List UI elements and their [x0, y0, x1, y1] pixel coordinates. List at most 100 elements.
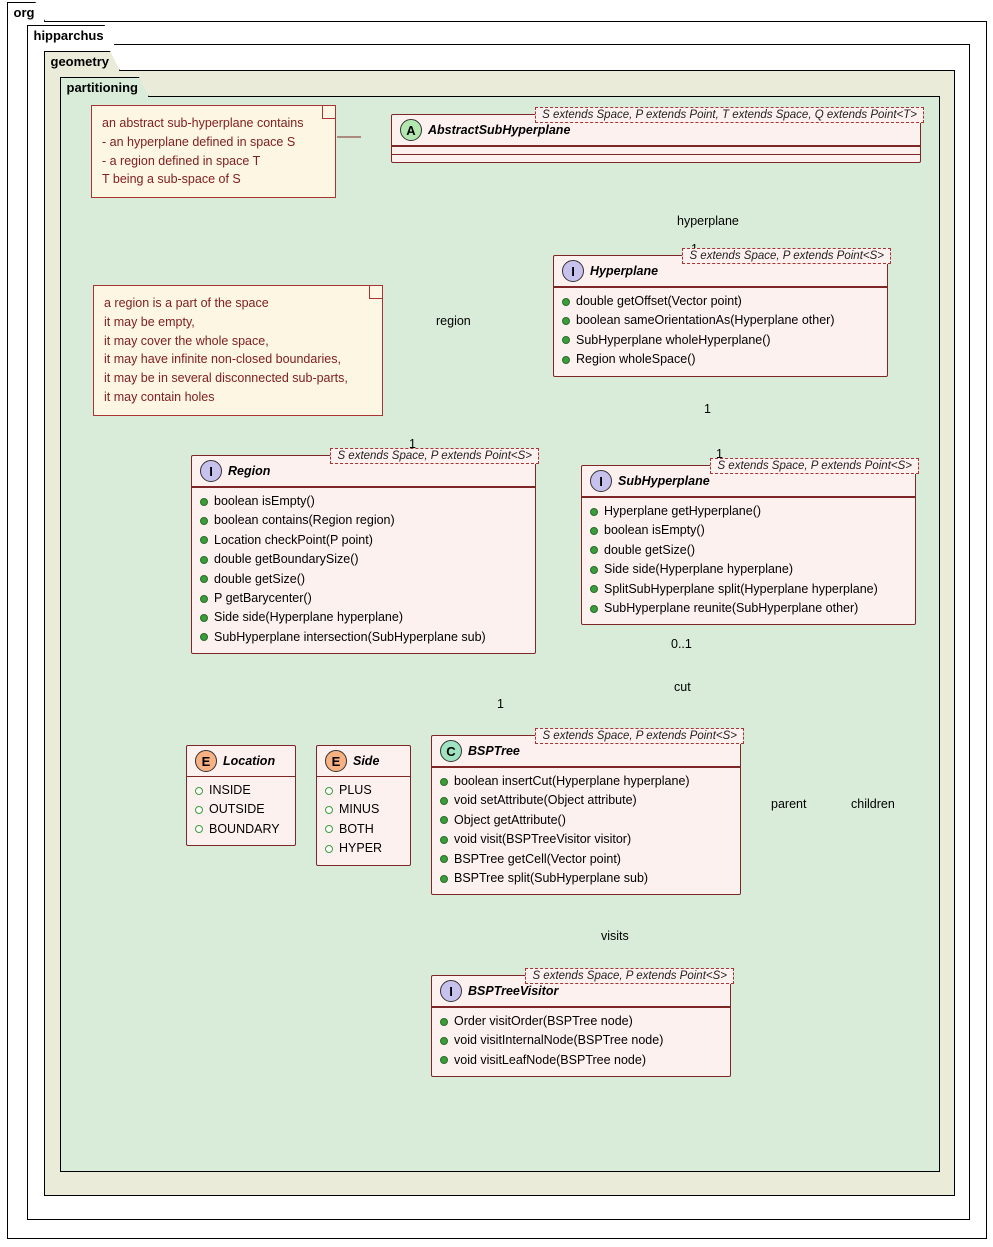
stereotype-interface-icon: I: [590, 470, 612, 492]
class-hyperplane: S extends Space, P extends Point<S> I Hy…: [553, 255, 888, 377]
visibility-icon: [440, 778, 448, 786]
generic-vis: S extends Space, P extends Point<S>: [525, 968, 734, 984]
member: BOUNDARY: [209, 820, 280, 839]
note-ash: an abstract sub-hyperplane contains - an…: [91, 105, 336, 198]
visibility-icon: [562, 298, 570, 306]
package-partitioning: partitioning: [60, 96, 940, 1172]
visibility-icon: [440, 875, 448, 883]
mult-bsp-1: 1: [497, 697, 504, 711]
member: PLUS: [339, 781, 372, 800]
visibility-icon: [200, 614, 208, 622]
class-name: Region: [228, 464, 270, 478]
visibility-icon: [562, 356, 570, 364]
visibility-icon: [562, 336, 570, 344]
note-line: it may be empty,: [104, 313, 372, 332]
member: OUTSIDE: [209, 800, 265, 819]
member: Side side(Hyperplane hyperplane): [604, 560, 793, 579]
member: SubHyperplane reunite(SubHyperplane othe…: [604, 599, 858, 618]
note-line: it may cover the whole space,: [104, 332, 372, 351]
class-name: AbstractSubHyperplane: [428, 123, 570, 137]
member: void visitInternalNode(BSPTree node): [454, 1031, 663, 1050]
member: double getSize(): [604, 541, 695, 560]
generic-region: S extends Space, P extends Point<S>: [330, 448, 539, 464]
visibility-icon: [325, 787, 333, 795]
visibility-icon: [590, 605, 598, 613]
visibility-icon: [325, 806, 333, 814]
note-region: a region is a part of the space it may b…: [93, 285, 383, 416]
visibility-icon: [325, 825, 333, 833]
member: Location checkPoint(P point): [214, 531, 373, 550]
visibility-icon: [195, 806, 203, 814]
member: boolean contains(Region region): [214, 511, 395, 530]
member: HYPER: [339, 839, 382, 858]
visibility-icon: [440, 1056, 448, 1064]
visibility-icon: [440, 855, 448, 863]
member: Order visitOrder(BSPTree node): [454, 1012, 633, 1031]
class-name: SubHyperplane: [618, 474, 710, 488]
package-tab-geometry: geometry: [44, 51, 121, 71]
visibility-icon: [590, 527, 598, 535]
label-hyperplane: hyperplane: [677, 214, 739, 228]
package-geometry: geometry partitioning: [44, 70, 955, 1196]
package-tab-org: org: [7, 2, 46, 22]
member: SubHyperplane intersection(SubHyperplane…: [214, 628, 486, 647]
member: void visit(BSPTreeVisitor visitor): [454, 830, 631, 849]
member: double getBoundarySize(): [214, 550, 359, 569]
class-name: BSPTreeVisitor: [468, 984, 558, 998]
visibility-icon: [590, 508, 598, 516]
member: boolean sameOrientationAs(Hyperplane oth…: [576, 311, 834, 330]
visibility-icon: [195, 787, 203, 795]
visibility-icon: [200, 536, 208, 544]
class-name: BSPTree: [468, 744, 520, 758]
member: void setAttribute(Object attribute): [454, 791, 637, 810]
member: INSIDE: [209, 781, 251, 800]
visibility-icon: [440, 797, 448, 805]
member: Hyperplane getHyperplane(): [604, 502, 761, 521]
visibility-icon: [200, 575, 208, 583]
note-line: a region is a part of the space: [104, 294, 372, 313]
label-children: children: [851, 797, 895, 811]
generic-bsp: S extends Space, P extends Point<S>: [535, 728, 744, 744]
class-name: Hyperplane: [590, 264, 658, 278]
enum-side: E Side PLUS MINUS BOTH HYPER: [316, 745, 411, 866]
label-parent: parent: [771, 797, 806, 811]
class-region: S extends Space, P extends Point<S> I Re…: [191, 455, 536, 654]
class-abstract-sub-hyperplane: S extends Space, P extends Point, T exte…: [391, 114, 921, 163]
visibility-icon: [200, 517, 208, 525]
generic-ash: S extends Space, P extends Point, T exte…: [535, 107, 924, 123]
note-line: - a region defined in space T: [102, 152, 325, 171]
stereotype-enum-icon: E: [325, 750, 347, 772]
member: boolean isEmpty(): [214, 492, 315, 511]
visibility-icon: [325, 845, 333, 853]
package-tab-hipparchus: hipparchus: [27, 25, 115, 45]
mult-cut-01: 0..1: [671, 637, 692, 651]
package-org: org hipparchus geometry partitioning: [7, 21, 987, 1239]
visibility-icon: [590, 585, 598, 593]
member: boolean insertCut(Hyperplane hyperplane): [454, 772, 690, 791]
package-tab-partitioning: partitioning: [60, 77, 150, 97]
label-cut: cut: [674, 680, 691, 694]
member: P getBarycenter(): [214, 589, 312, 608]
member: Object getAttribute(): [454, 811, 566, 830]
class-bsp-tree-visitor: S extends Space, P extends Point<S> I BS…: [431, 975, 731, 1077]
note-line: T being a sub-space of S: [102, 170, 325, 189]
visibility-icon: [440, 836, 448, 844]
class-name: Location: [223, 754, 275, 768]
visibility-icon: [440, 1018, 448, 1026]
note-line: it may have infinite non-closed boundari…: [104, 350, 372, 369]
member: SubHyperplane wholeHyperplane(): [576, 331, 771, 350]
label-visits: visits: [601, 929, 629, 943]
note-line: it may be in several disconnected sub-pa…: [104, 369, 372, 388]
member: BSPTree getCell(Vector point): [454, 850, 621, 869]
member: SplitSubHyperplane split(Hyperplane hype…: [604, 580, 878, 599]
stereotype-abstract-icon: A: [400, 119, 422, 141]
member: MINUS: [339, 800, 379, 819]
generic-sub: S extends Space, P extends Point<S>: [710, 458, 919, 474]
visibility-icon: [562, 317, 570, 325]
class-sub-hyperplane: S extends Space, P extends Point<S> I Su…: [581, 465, 916, 625]
member: BOTH: [339, 820, 374, 839]
stereotype-class-icon: C: [440, 740, 462, 762]
stereotype-interface-icon: I: [200, 460, 222, 482]
stereotype-interface-icon: I: [562, 260, 584, 282]
visibility-icon: [200, 556, 208, 564]
